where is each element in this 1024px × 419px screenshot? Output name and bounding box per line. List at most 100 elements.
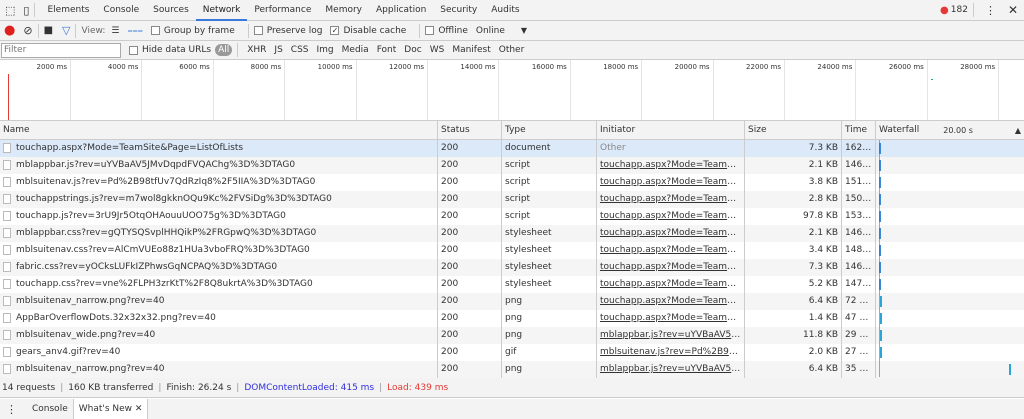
request-initiator[interactable]: touchapp.aspx?Mode=TeamSite...: [597, 293, 745, 310]
initiator-link[interactable]: touchapp.aspx?Mode=TeamSite...: [600, 296, 744, 306]
request-initiator[interactable]: touchapp.aspx?Mode=TeamSite...: [597, 174, 745, 191]
request-name[interactable]: mblappbar.css?rev=gQTYSQSvplHHQikP%2FRGp…: [0, 225, 438, 242]
capture-screenshots-icon[interactable]: ■: [44, 25, 53, 36]
request-initiator[interactable]: touchapp.aspx?Mode=TeamSite...: [597, 259, 745, 276]
initiator-link[interactable]: touchapp.aspx?Mode=TeamSite...: [600, 160, 744, 170]
request-initiator[interactable]: touchapp.aspx?Mode=TeamSite...: [597, 157, 745, 174]
large-rows-icon[interactable]: ☰: [111, 26, 119, 36]
filter-input[interactable]: [1, 42, 121, 58]
tab-console[interactable]: Console: [96, 0, 146, 21]
request-name[interactable]: fabric.css?rev=yOCksLUFkIZPhwsGqNCPAQ%3D…: [0, 259, 438, 276]
group-by-frame-checkbox[interactable]: [150, 26, 160, 35]
request-name[interactable]: touchapp.css?rev=vne%2FLPH3zrKtT%2F8Q8uk…: [0, 276, 438, 293]
column-time[interactable]: Time: [842, 121, 876, 139]
request-name[interactable]: mblsuitenav_narrow.png?rev=40: [0, 293, 438, 310]
request-initiator[interactable]: touchapp.aspx?Mode=TeamSite...: [597, 225, 745, 242]
filter-type-css[interactable]: CSS: [287, 45, 313, 55]
filter-type-js[interactable]: JS: [270, 45, 286, 55]
initiator-link[interactable]: touchapp.aspx?Mode=TeamSite...: [600, 279, 744, 289]
tab-memory[interactable]: Memory: [318, 0, 369, 21]
table-row[interactable]: touchapp.aspx?Mode=TeamSite&Page=ListOfL…: [0, 140, 1024, 157]
hide-data-urls-checkbox[interactable]: [129, 45, 138, 55]
request-initiator[interactable]: touchapp.aspx?Mode=TeamSite...: [597, 310, 745, 327]
error-count[interactable]: 182: [951, 5, 968, 15]
tab-network[interactable]: Network: [195, 0, 248, 21]
filter-type-all[interactable]: All: [215, 44, 233, 56]
table-row[interactable]: gears_anv4.gif?rev=40 200 gif mblsuitena…: [0, 344, 1024, 361]
throttle-select[interactable]: Online: [476, 26, 505, 36]
column-size[interactable]: Size: [745, 121, 842, 139]
filter-type-doc[interactable]: Doc: [400, 45, 425, 55]
table-row[interactable]: mblsuitenav_wide.png?rev=40 200 png mbla…: [0, 327, 1024, 344]
filter-type-img[interactable]: Img: [313, 45, 338, 55]
device-toolbar-icon[interactable]: ▯: [23, 4, 29, 17]
initiator-link[interactable]: touchapp.aspx?Mode=TeamSite...: [600, 313, 744, 323]
record-button[interactable]: ●: [4, 23, 15, 38]
table-row[interactable]: fabric.css?rev=yOCksLUFkIZPhwsGqNCPAQ%3D…: [0, 259, 1024, 276]
request-name[interactable]: touchapp.aspx?Mode=TeamSite&Page=ListOfL…: [0, 140, 438, 157]
filter-type-media[interactable]: Media: [338, 45, 373, 55]
drawer-menu-icon[interactable]: ⋮: [6, 403, 17, 416]
tab-elements[interactable]: Elements: [40, 0, 96, 21]
table-row[interactable]: mblsuitenav_narrow.png?rev=40 200 png mb…: [0, 361, 1024, 378]
table-row[interactable]: mblsuitenav_narrow.png?rev=40 200 png to…: [0, 293, 1024, 310]
request-initiator[interactable]: touchapp.aspx?Mode=TeamSite...: [597, 276, 745, 293]
offline-checkbox[interactable]: [425, 26, 435, 35]
column-initiator[interactable]: Initiator: [597, 121, 745, 139]
close-tab-icon[interactable]: ✕: [135, 404, 143, 414]
drawer-tab-whats-new[interactable]: What's New ✕: [72, 399, 149, 419]
drawer-tab-console[interactable]: Console: [27, 399, 73, 419]
error-icon[interactable]: ●: [940, 5, 949, 16]
request-name[interactable]: touchapp.js?rev=3rU9Jr5OtqOHAouuUOO75g%3…: [0, 208, 438, 225]
tab-security[interactable]: Security: [433, 0, 484, 21]
request-name[interactable]: mblsuitenav_wide.png?rev=40: [0, 327, 438, 344]
table-row[interactable]: mblappbar.css?rev=gQTYSQSvplHHQikP%2FRGp…: [0, 225, 1024, 242]
request-name[interactable]: gears_anv4.gif?rev=40: [0, 344, 438, 361]
preserve-log-checkbox[interactable]: [253, 26, 263, 35]
tab-performance[interactable]: Performance: [247, 0, 318, 21]
initiator-link[interactable]: touchapp.aspx?Mode=TeamSite...: [600, 211, 744, 221]
initiator-link[interactable]: touchapp.aspx?Mode=TeamSite...: [600, 228, 744, 238]
column-type[interactable]: Type: [502, 121, 597, 139]
initiator-link[interactable]: touchapp.aspx?Mode=TeamSite...: [600, 245, 744, 255]
filter-type-font[interactable]: Font: [373, 45, 401, 55]
filter-type-manifest[interactable]: Manifest: [448, 45, 494, 55]
request-initiator[interactable]: touchapp.aspx?Mode=TeamSite...: [597, 242, 745, 259]
disable-cache-checkbox[interactable]: ✓: [330, 26, 340, 35]
request-name[interactable]: AppBarOverflowDots.32x32x32.png?rev=40: [0, 310, 438, 327]
column-status[interactable]: Status: [438, 121, 502, 139]
request-initiator[interactable]: touchapp.aspx?Mode=TeamSite...: [597, 191, 745, 208]
table-row[interactable]: touchapp.js?rev=3rU9Jr5OtqOHAouuUOO75g%3…: [0, 208, 1024, 225]
table-row[interactable]: mblsuitenav.js?rev=Pd%2B98tfUv7QdRzIq8%2…: [0, 174, 1024, 191]
initiator-link[interactable]: mblappbar.js?rev=uYVBaAV5JMv...: [600, 330, 744, 340]
tab-application[interactable]: Application: [369, 0, 433, 21]
tab-sources[interactable]: Sources: [146, 0, 196, 21]
request-name[interactable]: mblsuitenav_narrow.png?rev=40: [0, 361, 438, 378]
filter-type-ws[interactable]: WS: [426, 45, 449, 55]
clear-icon[interactable]: ⊘: [23, 24, 32, 37]
column-waterfall[interactable]: Waterfall 20.00 s ▲: [876, 121, 1024, 139]
inspect-element-icon[interactable]: ⬚: [5, 4, 15, 17]
timeline-overview[interactable]: 2000 ms 4000 ms 6000 ms 8000 ms 10000 ms 1200…: [0, 60, 1024, 121]
initiator-link[interactable]: mblsuitenav.js?rev=Pd%2B98tfUv...: [600, 347, 744, 357]
filter-icon[interactable]: ▽: [62, 24, 70, 37]
request-initiator[interactable]: mblsuitenav.js?rev=Pd%2B98tfUv...: [597, 344, 745, 361]
table-row[interactable]: mblsuitenav.css?rev=AlCmVUEo88z1HUa3vboF…: [0, 242, 1024, 259]
more-menu-icon[interactable]: ⋮: [985, 4, 996, 17]
initiator-link[interactable]: touchapp.aspx?Mode=TeamSite...: [600, 194, 744, 204]
request-name[interactable]: mblsuitenav.js?rev=Pd%2B98tfUv7QdRzIq8%2…: [0, 174, 438, 191]
request-name[interactable]: mblappbar.js?rev=uYVBaAV5JMvDqpdFVQAChg%…: [0, 157, 438, 174]
column-name[interactable]: Name: [0, 121, 438, 139]
request-name[interactable]: mblsuitenav.css?rev=AlCmVUEo88z1HUa3vboF…: [0, 242, 438, 259]
table-row[interactable]: AppBarOverflowDots.32x32x32.png?rev=40 2…: [0, 310, 1024, 327]
initiator-link[interactable]: touchapp.aspx?Mode=TeamSite...: [600, 177, 744, 187]
table-row[interactable]: mblappbar.js?rev=uYVBaAV5JMvDqpdFVQAChg%…: [0, 157, 1024, 174]
request-initiator[interactable]: touchapp.aspx?Mode=TeamSite...: [597, 208, 745, 225]
filter-type-xhr[interactable]: XHR: [243, 45, 270, 55]
request-name[interactable]: touchappstrings.js?rev=m7wol8gkknOQu9Kc%…: [0, 191, 438, 208]
sort-ascending-icon[interactable]: ▲: [1015, 121, 1021, 139]
request-initiator[interactable]: mblappbar.js?rev=uYVBaAV5JMv...: [597, 327, 745, 344]
initiator-link[interactable]: touchapp.aspx?Mode=TeamSite...: [600, 262, 744, 272]
table-row[interactable]: touchappstrings.js?rev=m7wol8gkknOQu9Kc%…: [0, 191, 1024, 208]
filter-type-other[interactable]: Other: [495, 45, 529, 55]
